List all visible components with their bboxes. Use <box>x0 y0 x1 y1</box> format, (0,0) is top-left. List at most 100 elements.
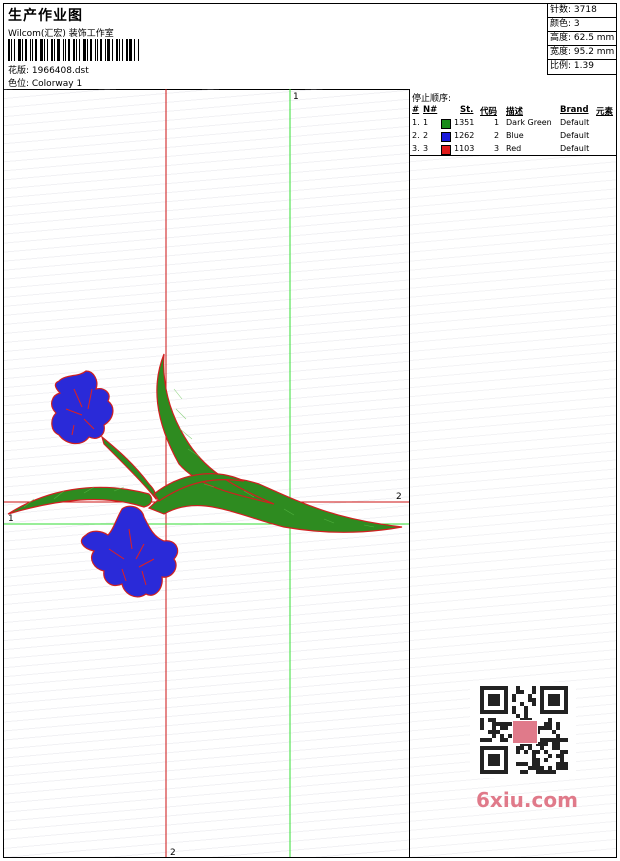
qr-finder <box>480 746 508 774</box>
qr-module <box>524 770 528 774</box>
qr-module <box>544 770 548 774</box>
design-stats: 针数: 3718 颜色: 3 高度: 62.5 mm 宽度: 95.2 mm 比… <box>547 4 617 75</box>
qr-module <box>548 754 552 758</box>
table-row: 3. 3 1103 3 Red Default <box>410 144 616 157</box>
qr-module <box>536 762 540 766</box>
qr-module <box>556 722 560 726</box>
qr-module <box>560 766 564 770</box>
qr-module <box>480 722 484 726</box>
barcode <box>8 39 144 61</box>
qr-module <box>532 702 536 706</box>
barcode-bar <box>40 39 43 61</box>
qr-module <box>500 738 504 742</box>
col-element: 元素 <box>596 107 614 117</box>
qr-module <box>504 726 508 730</box>
design-width: 宽度: 95.2 mm <box>548 46 617 60</box>
row-index: 2. <box>412 131 420 140</box>
red-horizontal-label: 2 <box>396 492 402 502</box>
green-vertical-label: 1 <box>293 92 299 102</box>
qr-module <box>560 750 564 754</box>
qr-module <box>544 742 548 746</box>
qr-module <box>480 738 484 742</box>
col-n: N# <box>423 105 438 115</box>
row-stitches: 1103 <box>454 144 475 153</box>
qr-module <box>516 746 520 750</box>
qr-module <box>548 738 552 742</box>
qr-module <box>532 690 536 694</box>
barcode-bar <box>30 39 31 61</box>
qr-module <box>504 722 508 726</box>
row-n: 1 <box>423 118 429 127</box>
green-horizontal-label: 1 <box>8 514 14 524</box>
qr-module <box>564 738 568 742</box>
watermark-brand: 6xiu.com <box>476 788 578 812</box>
qr-module <box>544 758 548 762</box>
qr-module <box>548 770 552 774</box>
row-code: 1 <box>494 118 500 127</box>
qr-module <box>564 766 568 770</box>
qr-module <box>488 718 492 722</box>
qr-module <box>556 754 560 758</box>
barcode-bar <box>119 39 120 61</box>
stitch-count: 针数: 3718 <box>548 4 617 18</box>
qr-module <box>492 726 496 730</box>
qr-module <box>532 766 536 770</box>
qr-module <box>536 750 540 754</box>
barcode-bar <box>68 39 70 61</box>
qr-module <box>544 750 548 754</box>
barcode-bar <box>35 39 37 61</box>
qr-module <box>520 770 524 774</box>
barcode-bar <box>87 39 88 61</box>
red-vertical-label: 2 <box>170 848 176 857</box>
qr-module <box>556 766 560 770</box>
qr-module <box>532 686 536 690</box>
qr-module <box>556 726 560 730</box>
qr-module <box>532 754 536 758</box>
qr-module <box>548 722 552 726</box>
barcode-bar <box>122 39 123 61</box>
sheet-title: 生产作业图 <box>8 8 83 24</box>
qr-module <box>496 730 500 734</box>
qr-module <box>512 706 516 710</box>
color-swatch <box>441 145 451 155</box>
qr-module <box>504 738 508 742</box>
qr-module <box>532 762 536 766</box>
qr-module <box>480 726 484 730</box>
barcode-bar <box>54 39 55 61</box>
qr-code <box>470 682 576 778</box>
qr-module <box>516 686 520 690</box>
qr-module <box>552 730 556 734</box>
qr-module <box>552 770 556 774</box>
qr-module <box>512 698 516 702</box>
qr-module <box>540 726 544 730</box>
color-count: 颜色: 3 <box>548 18 617 32</box>
qr-module <box>556 762 560 766</box>
qr-module <box>540 746 544 750</box>
qr-module <box>520 762 524 766</box>
qr-module <box>524 762 528 766</box>
col-code: 代码 <box>480 107 498 117</box>
qr-module <box>560 758 564 762</box>
col-stitches: St. <box>460 105 474 115</box>
upper-flower <box>51 370 114 445</box>
qr-module <box>496 722 500 726</box>
barcode-bar <box>90 39 92 61</box>
row-description: Red <box>506 144 522 153</box>
qr-module <box>492 730 496 734</box>
qr-module <box>516 762 520 766</box>
qr-module <box>488 738 492 742</box>
barcode-bar <box>97 39 98 61</box>
qr-module <box>524 706 528 710</box>
row-code: 3 <box>494 144 500 153</box>
table-row: 1. 1 1351 1 Dark Green Default <box>410 118 616 131</box>
qr-module <box>560 762 564 766</box>
qr-module <box>544 726 548 730</box>
design-canvas: 1 1 2 2 <box>4 89 410 857</box>
barcode-bar <box>105 39 106 61</box>
qr-module <box>540 738 544 742</box>
row-stitches: 1262 <box>454 131 475 140</box>
qr-module <box>564 750 568 754</box>
aspect-ratio: 比例: 1.39 <box>550 61 594 71</box>
qr-module <box>524 750 528 754</box>
stop-sequence-table: 停止顺序: # N# St. 代码 描述 Brand 元素 1. 1 1351 … <box>410 89 616 156</box>
